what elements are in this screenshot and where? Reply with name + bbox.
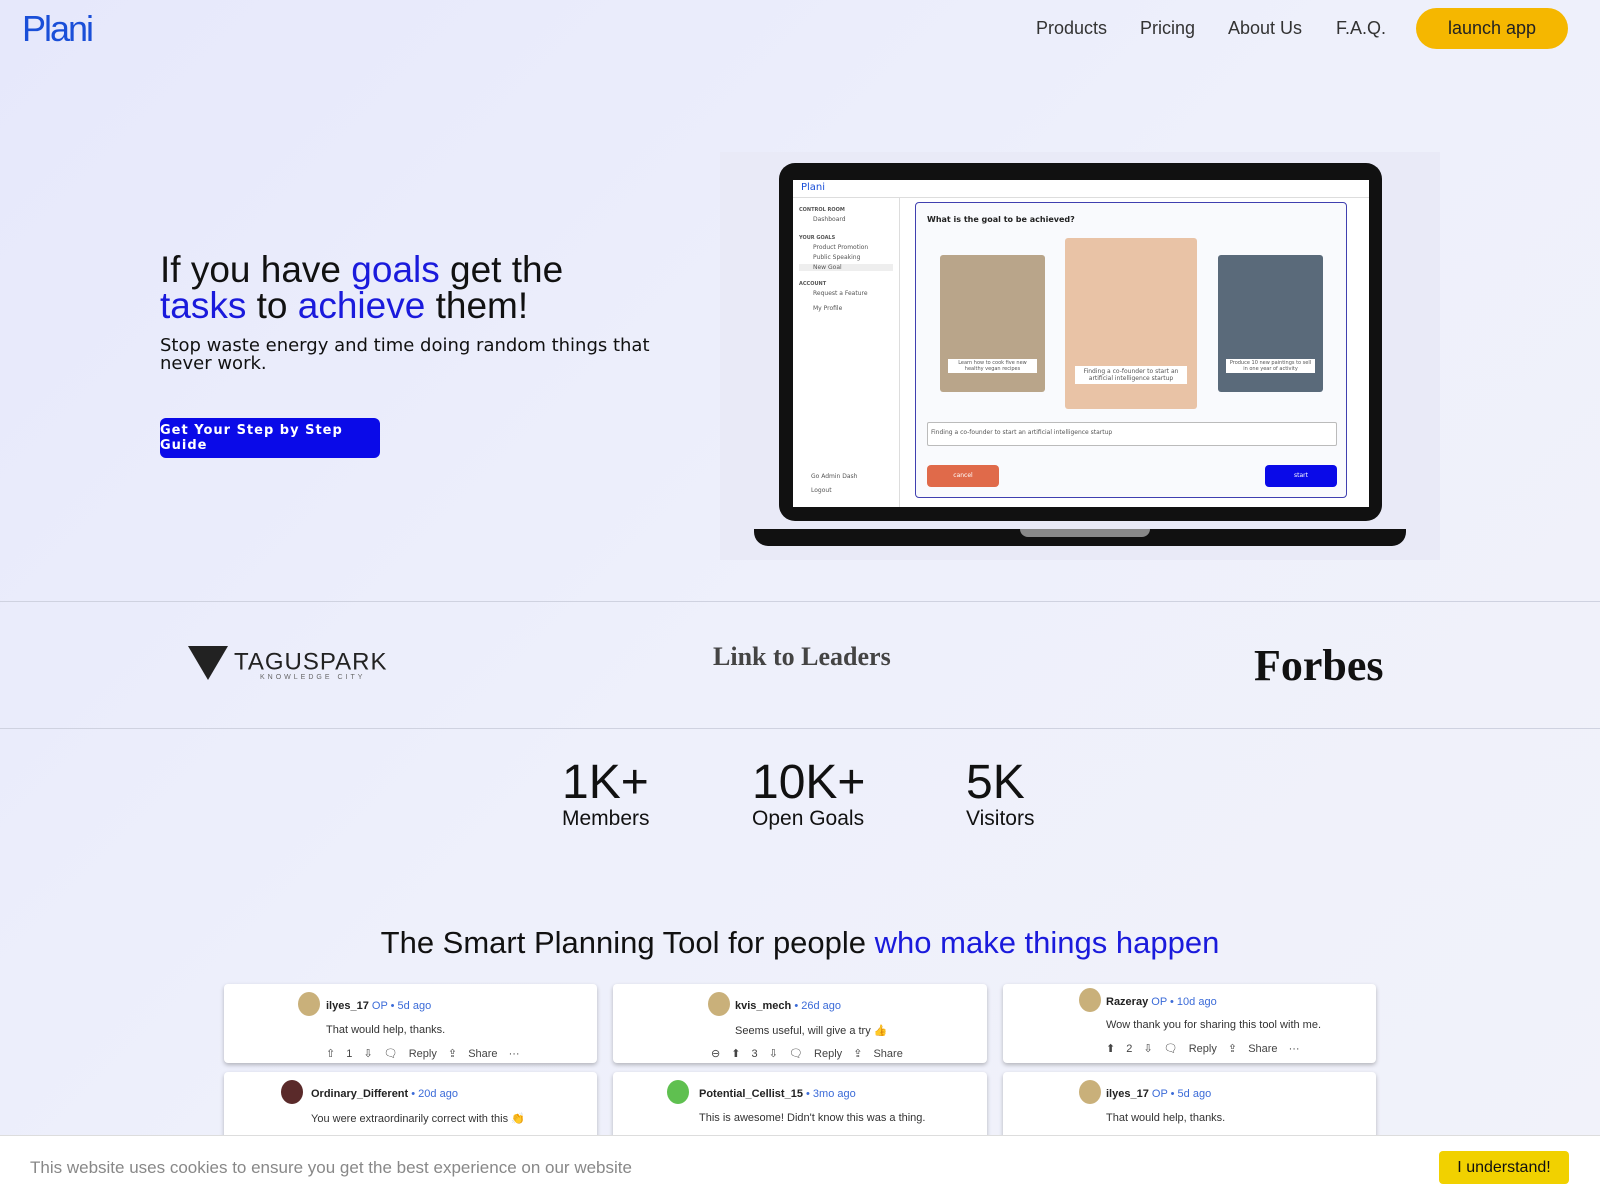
- app-sidebar: CONTROL ROOM Dashboard YOUR GOALS Produc…: [793, 198, 900, 507]
- comment-meta: OP • 5d ago: [1151, 1088, 1212, 1100]
- laptop-notch: [1020, 529, 1150, 537]
- section-title: YOUR GOALS: [799, 235, 836, 241]
- sidebar-item: Go Admin Dash: [811, 473, 858, 480]
- comment-card: ilyes_17 OP • 5d ago That would help, tha…: [224, 984, 597, 1063]
- comment-user: Razeray: [1106, 996, 1149, 1008]
- logo[interactable]: Plani: [22, 8, 94, 50]
- comment-meta: • 3mo ago: [806, 1088, 856, 1100]
- comment-meta: OP • 5d ago: [371, 1000, 432, 1012]
- comment-user: ilyes_17: [326, 1000, 369, 1012]
- sidebar-item: Public Speaking: [813, 254, 861, 261]
- stat-value: 1K+: [562, 756, 649, 809]
- stat-label: Open Goals: [752, 807, 865, 830]
- comment-card: Razeray OP • 10d ago Wow thank you for sh…: [1003, 984, 1376, 1063]
- card-caption: Produce 10 new paintings to sell in one …: [1226, 359, 1315, 373]
- comment-text: That would help, thanks.: [326, 1024, 446, 1036]
- link-to-leaders-logo: Link to Leaders: [713, 642, 891, 671]
- taguspark-subtitle: KNOWLEDGE CITY: [260, 674, 366, 681]
- comment-actions: ⬆ 2 ⇩ 🗨 Reply ⇪ Share ···: [1106, 1043, 1300, 1055]
- comment-text: Wow thank you for sharing this tool with…: [1106, 1019, 1322, 1031]
- goal-card-selected: Finding a co-founder to start an artific…: [1065, 238, 1197, 409]
- t: The Smart Planning Tool for people: [380, 925, 875, 960]
- comment-user: Ordinary_Different: [311, 1088, 409, 1100]
- taguspark-icon: [188, 646, 228, 680]
- comment-actions: ⊖ ⬆ 3 ⇩ 🗨 Reply ⇪ Share: [711, 1048, 903, 1060]
- t: achieve: [297, 285, 426, 326]
- cta-button[interactable]: Get Your Step by Step Guide: [160, 418, 380, 458]
- start-button: start: [1265, 465, 1337, 487]
- comment-meta: • 26d ago: [794, 1000, 841, 1012]
- sidebar-item: Logout: [811, 487, 832, 494]
- comment-user: ilyes_17: [1106, 1088, 1149, 1100]
- stat-members: 1K+ Members: [562, 758, 650, 830]
- hero-subtitle: Stop waste energy and time doing random …: [160, 335, 650, 374]
- t: If you have: [160, 249, 352, 290]
- comment-text: That would help, thanks.: [1106, 1112, 1226, 1124]
- nav-about-us[interactable]: About Us: [1228, 18, 1302, 39]
- stat-open-goals: 10K+ Open Goals: [752, 758, 865, 830]
- section-title: The Smart Planning Tool for people who m…: [0, 925, 1600, 961]
- section-title: ACCOUNT: [799, 281, 827, 287]
- launch-app-button[interactable]: launch app: [1416, 8, 1568, 49]
- forbes-logo: Forbes: [1254, 641, 1384, 690]
- sidebar-item-dashboard: Dashboard: [813, 216, 846, 223]
- t: get the: [439, 249, 564, 290]
- comment-meta: OP • 10d ago: [1151, 996, 1217, 1008]
- sidebar-item: My Profile: [813, 305, 843, 312]
- comment-text: Seems useful, will give a try 👍: [735, 1025, 888, 1037]
- app-screen: Plani CONTROL ROOM Dashboard YOUR GOALS …: [793, 180, 1369, 507]
- goal-input: Finding a co-founder to start an artific…: [927, 422, 1337, 446]
- goal-card: Learn how to cook five new healthy vegan…: [940, 255, 1045, 392]
- comment-user: Potential_Cellist_15: [699, 1088, 803, 1100]
- nav-faq[interactable]: F.A.Q.: [1336, 18, 1386, 39]
- nav-products[interactable]: Products: [1036, 18, 1107, 39]
- stat-value: 10K+: [752, 756, 866, 809]
- t: who make things happen: [874, 925, 1220, 960]
- card-caption: Finding a co-founder to start an artific…: [1075, 366, 1187, 384]
- stat-label: Members: [562, 807, 650, 830]
- t: to: [246, 285, 298, 326]
- stat-visitors: 5K Visitors: [966, 758, 1034, 830]
- comment-user: kvis_mech: [735, 1000, 792, 1012]
- goal-panel: What is the goal to be achieved? Learn h…: [915, 202, 1347, 498]
- comment-card: kvis_mech • 26d ago Seems useful, will gi…: [613, 984, 987, 1063]
- comment-meta: • 20d ago: [411, 1088, 458, 1100]
- comment-text: You were extraordinarily correct with th…: [311, 1113, 525, 1125]
- t: goals: [351, 249, 440, 290]
- t: tasks: [160, 285, 247, 326]
- comment-actions: ⇧ 1 ⇩ 🗨 Reply ⇪ Share ···: [326, 1048, 520, 1060]
- section-title: CONTROL ROOM: [799, 207, 845, 213]
- comment-text: This is awesome! Didn't know this was a …: [699, 1112, 926, 1124]
- t: TAGUSPARK: [234, 648, 388, 676]
- card-caption: Learn how to cook five new healthy vegan…: [948, 359, 1037, 373]
- stat-value: 5K: [966, 756, 1025, 809]
- taguspark-logo: TAGUSPARK KNOWLEDGE CITY: [188, 646, 388, 681]
- stat-label: Visitors: [966, 807, 1035, 830]
- sidebar-item: Product Promotion: [813, 244, 869, 251]
- cookie-banner: This website uses cookies to ensure you …: [0, 1135, 1600, 1200]
- app-logo: Plani: [801, 182, 826, 193]
- hero-title: If you have goals get the tasks to achie…: [160, 249, 680, 326]
- cancel-button: cancel: [927, 465, 999, 487]
- nav-pricing[interactable]: Pricing: [1140, 18, 1195, 39]
- sidebar-item-new-goal: New Goal: [799, 264, 893, 271]
- goal-question: What is the goal to be achieved?: [927, 215, 1075, 224]
- sidebar-item: Request a Feature: [813, 290, 868, 297]
- cookie-message: This website uses cookies to ensure you …: [30, 1158, 632, 1177]
- divider: [0, 728, 1600, 729]
- goal-card: Produce 10 new paintings to sell in one …: [1218, 255, 1323, 392]
- t: them!: [425, 285, 529, 326]
- cookie-accept-button[interactable]: I understand!: [1439, 1151, 1569, 1184]
- divider: [0, 601, 1600, 602]
